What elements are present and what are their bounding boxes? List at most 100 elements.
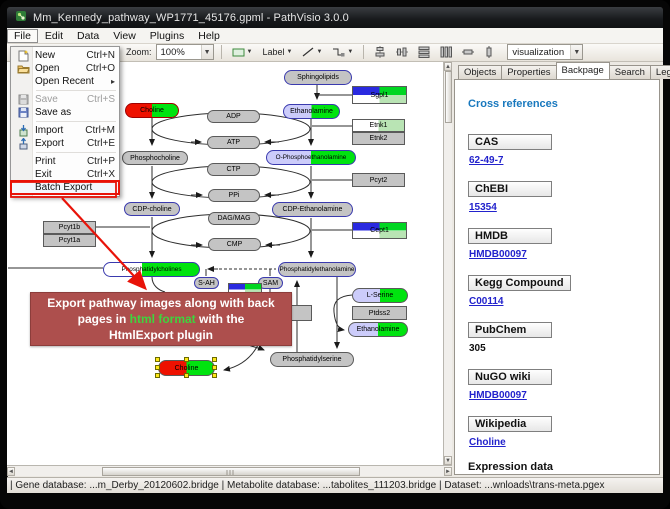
crossref-link[interactable]: HMDB00097 [469,249,659,260]
pathway-node-sphingolipids[interactable]: Sphingolipids [284,70,352,85]
vertical-scroll-thumb[interactable] [445,71,452,123]
pathway-node-phosphatidylserine[interactable]: Phosphatidylserine [270,352,354,367]
tab-legend[interactable]: Legend [650,65,670,79]
horizontal-scrollbar[interactable]: ◄ ► [7,465,452,476]
pathway-node-adp[interactable]: ADP [207,110,260,123]
file-menu-item-import[interactable]: ImportCtrl+M [11,124,119,137]
pathway-node-pcyt2[interactable]: Pcyt2 [352,173,405,187]
zoom-label: Zoom: [126,47,152,57]
visualization-combobox[interactable]: visualization▼ [507,44,583,60]
pathway-node-choline[interactable]: Choline [158,360,215,376]
common-width-icon [462,47,474,57]
pathway-node-ptdss2[interactable]: Ptdss2 [352,306,407,320]
datanode-tool-button[interactable]: ▼ [229,46,256,59]
scroll-up-icon[interactable]: ▲ [444,62,452,71]
align-center-button[interactable] [371,44,389,60]
menu-item-label: Import [32,125,85,136]
pathway-node-etnk2[interactable]: Etnk2 [352,132,405,145]
file-menu-item-new[interactable]: NewCtrl+N [11,49,119,62]
pathway-node-cmp[interactable]: CMP [208,238,261,251]
export-icon [14,138,32,150]
file-menu-item-export[interactable]: ExportCtrl+E [11,137,119,150]
callout-green-text: html format [130,312,196,326]
file-menu-item-save-as[interactable]: Save as [11,106,119,119]
common-height-button[interactable] [481,44,497,60]
menu-item-shortcut: Ctrl+S [87,94,115,105]
menu-item-label: Exit [32,169,87,180]
menu-item-label: Print [32,156,87,167]
menu-help[interactable]: Help [191,29,227,43]
scroll-right-icon[interactable]: ► [444,467,452,476]
vertical-scrollbar[interactable]: ▲ ▼ [443,62,452,465]
menu-item-shortcut: Ctrl+M [85,125,115,136]
pathway-node-pcyt1a[interactable]: Pcyt1a [43,234,96,247]
file-menu-item-batch-export[interactable]: Batch Export [11,181,119,194]
pathway-node-choline[interactable]: Choline [125,103,179,118]
menu-separator [36,90,116,91]
node-label: ADP [226,113,240,120]
pathway-node-cdp-ethanolamine[interactable]: CDP-Ethanolamine [272,202,353,217]
pathway-node-ethanolamine[interactable]: Ethanolamine [348,322,408,337]
pathway-node-phosphocholine[interactable]: Phosphocholine [122,151,188,165]
node-label: Phosphatidylserine [282,356,341,363]
distribute-horizontal-button[interactable] [415,44,433,60]
zoom-combobox[interactable]: 100%▼ [156,44,214,60]
menu-item-label: Save [32,94,87,105]
window-title: Mm_Kennedy_pathway_WP1771_45176.gpml - P… [33,12,349,24]
pathway-node-phosphatidylethanolamine[interactable]: Phosphatidylethanolamine [278,262,356,277]
menu-plugins[interactable]: Plugins [143,29,191,43]
menu-data[interactable]: Data [70,29,106,43]
pathway-node-etnk1[interactable]: Etnk1 [352,119,405,132]
pathway-node-ethanolamine[interactable]: Ethanolamine [283,104,340,119]
horizontal-scroll-thumb[interactable] [102,467,360,476]
crossref-link[interactable]: 62-49-7 [469,155,659,166]
tab-search[interactable]: Search [609,65,651,79]
pathway-node-cept1[interactable]: Cept1 [352,222,407,239]
crossref-link[interactable]: 15354 [469,202,659,213]
file-menu-item-print[interactable]: PrintCtrl+P [11,155,119,168]
new-file-icon [14,50,32,62]
pathway-node-cdp-choline[interactable]: CDP-choline [124,202,180,216]
node-label: Cept1 [370,227,389,234]
pathway-node-ctp[interactable]: CTP [207,163,260,176]
line-tool-button[interactable]: ▼ [299,45,325,59]
pathway-node-dag-mag[interactable]: DAG/MAG [208,212,260,225]
scroll-left-icon[interactable]: ◄ [7,467,15,476]
tab-objects[interactable]: Objects [458,65,502,79]
file-menu-item-open[interactable]: OpenCtrl+O [11,62,119,75]
pathway-node-phosphatidylcholines[interactable]: Phosphatidylcholines [103,262,200,277]
connector-tool-button[interactable]: ▼ [329,45,356,59]
pathway-node-pcyt1b[interactable]: Pcyt1b [43,221,96,234]
pathway-node-sgpl1[interactable]: Sgpl1 [352,86,407,104]
align-middle-button[interactable] [393,44,411,60]
distribute-vertical-button[interactable] [437,44,455,60]
file-menu-item-save[interactable]: SaveCtrl+S [11,93,119,106]
node-label: Etnk1 [370,122,388,129]
scroll-down-icon[interactable]: ▼ [444,456,452,465]
crossref-link[interactable]: C00114 [469,296,659,307]
import-icon [14,125,32,137]
line-icon [302,47,314,57]
menu-view[interactable]: View [106,29,143,43]
tab-properties[interactable]: Properties [501,65,556,79]
menu-edit[interactable]: Edit [38,29,70,43]
pathway-node-l-serine[interactable]: L-Serine [352,288,408,303]
tab-backpage[interactable]: Backpage [556,62,610,79]
pathway-node-ppi[interactable]: PPi [208,189,260,202]
crossref-link[interactable]: Choline [469,437,659,448]
crossref-link[interactable]: HMDB00097 [469,390,659,401]
node-label: SAM [263,280,278,287]
file-menu-item-open-recent[interactable]: Open Recent▸ [11,75,119,88]
file-menu-item-exit[interactable]: ExitCtrl+X [11,168,119,181]
menu-item-shortcut: Ctrl+X [87,169,115,180]
pathway-node-o-phosphoethanolamine[interactable]: O-Phosphoethanolamine [266,150,356,165]
callout-line1: Export pathway images along with back [47,295,274,311]
menu-file[interactable]: File [7,29,38,43]
save-as-icon [14,107,32,118]
label-tool-button[interactable]: Label▼ [259,45,295,59]
common-width-button[interactable] [459,45,477,59]
pathway-node-s-ah[interactable]: S-AH [194,277,219,289]
node-label: O-Phosphoethanolamine [276,154,347,161]
pathway-node-atp[interactable]: ATP [207,136,260,149]
menu-separator [36,121,116,122]
